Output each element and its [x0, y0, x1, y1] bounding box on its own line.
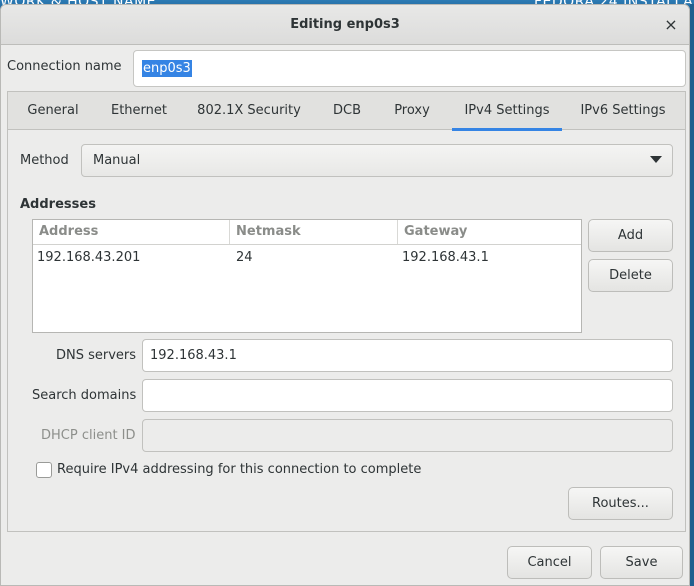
dialog-titlebar: Editing enp0s3 × — [1, 5, 689, 45]
connection-name-value: enp0s3 — [142, 60, 192, 77]
tab-dcb[interactable]: DCB — [320, 92, 374, 130]
dialog-title: Editing enp0s3 — [290, 17, 400, 32]
tab-proxy[interactable]: Proxy — [382, 92, 442, 130]
tab-bar: General Ethernet 802.1X Security DCB Pro… — [8, 92, 685, 131]
cell-netmask[interactable]: 24 — [236, 250, 253, 265]
method-dropdown[interactable]: Manual — [81, 144, 673, 177]
tab-ipv6-settings[interactable]: IPv6 Settings — [572, 92, 674, 130]
desktop-edge — [690, 4, 694, 586]
addresses-table[interactable]: Address Netmask Gateway 192.168.43.201 2… — [32, 219, 582, 333]
tab-ipv4-settings[interactable]: IPv4 Settings — [452, 92, 562, 131]
tab-general[interactable]: General — [16, 92, 90, 130]
settings-notebook: General Ethernet 802.1X Security DCB Pro… — [7, 91, 686, 532]
dns-servers-label: DNS servers — [56, 348, 137, 363]
cell-address[interactable]: 192.168.43.201 — [37, 250, 140, 265]
column-header-address[interactable]: Address — [33, 220, 230, 244]
add-address-button[interactable]: Add — [588, 219, 673, 252]
connection-name-input[interactable]: enp0s3 — [133, 50, 686, 87]
save-button[interactable]: Save — [600, 546, 683, 579]
method-label: Method — [20, 153, 69, 168]
dhcp-client-id-input — [142, 419, 673, 452]
delete-address-button[interactable]: Delete — [588, 259, 673, 292]
column-header-gateway[interactable]: Gateway — [398, 220, 581, 244]
require-ipv4-label[interactable]: Require IPv4 addressing for this connect… — [57, 462, 421, 477]
edit-connection-dialog: Editing enp0s3 × Connection name enp0s3 … — [0, 4, 690, 586]
method-value: Manual — [93, 153, 141, 168]
tab-802-1x-security[interactable]: 802.1X Security — [188, 92, 310, 130]
close-icon[interactable]: × — [661, 15, 681, 35]
addresses-table-header: Address Netmask Gateway — [33, 220, 581, 245]
connection-name-label: Connection name — [7, 59, 122, 74]
dhcp-client-id-label: DHCP client ID — [41, 428, 136, 443]
dns-servers-input[interactable]: 192.168.43.1 — [142, 339, 673, 372]
cancel-button[interactable]: Cancel — [507, 546, 592, 579]
cell-gateway[interactable]: 192.168.43.1 — [402, 250, 489, 265]
require-ipv4-checkbox[interactable] — [36, 462, 52, 478]
routes-button[interactable]: Routes... — [568, 487, 673, 520]
tab-ethernet[interactable]: Ethernet — [98, 92, 180, 130]
search-domains-input[interactable] — [142, 379, 673, 412]
addresses-heading: Addresses — [20, 197, 96, 212]
column-header-netmask[interactable]: Netmask — [230, 220, 398, 244]
chevron-down-icon — [650, 156, 662, 163]
search-domains-label: Search domains — [32, 388, 137, 403]
